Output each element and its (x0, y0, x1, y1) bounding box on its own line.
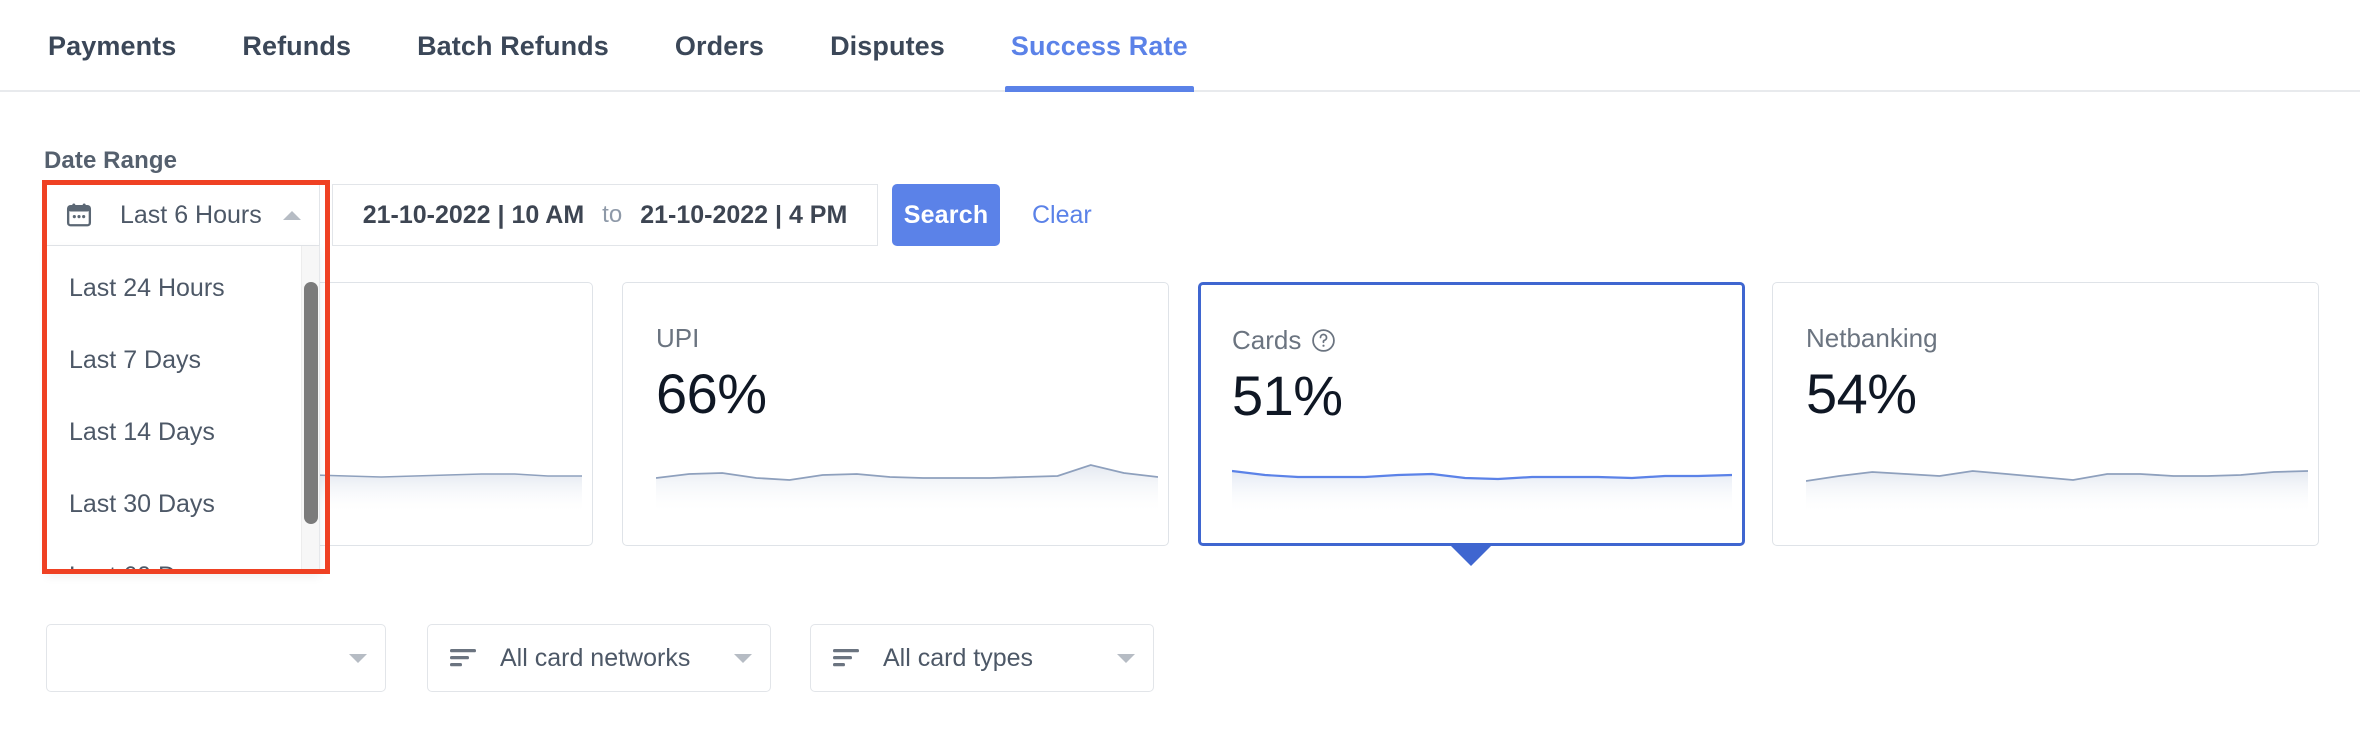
subfilter-select-occluded[interactable] (46, 624, 386, 692)
tab-batch-refunds[interactable]: Batch Refunds (384, 0, 642, 92)
tab-success-rate[interactable]: Success Rate (978, 0, 1221, 92)
date-range-input-group[interactable]: 21-10-2022 | 10 AM to 21-10-2022 | 4 PM (332, 184, 878, 246)
subfilter-row: All card networks All card types (0, 624, 2360, 714)
date-preset-option-label: Last 24 Hours (69, 273, 225, 302)
subfilter-card-networks-label: All card networks (500, 643, 691, 672)
chevron-down-icon (734, 653, 752, 663)
metric-card-upi-sparkline (656, 451, 1158, 511)
tab-refunds-label: Refunds (242, 30, 352, 61)
dropdown-scrollbar-thumb[interactable] (304, 282, 318, 524)
tab-success-rate-label: Success Rate (1010, 30, 1188, 61)
metric-card-cards-title: Cards (1232, 325, 1336, 356)
tab-payments[interactable]: Payments (42, 0, 209, 92)
metric-card-netbanking-value: 54% (1806, 362, 1917, 425)
date-preset-option-label: Last 7 Days (69, 345, 202, 374)
metric-card-cards-value: 51% (1232, 364, 1343, 427)
date-preset-option-label: Last 14 Days (69, 417, 215, 446)
tab-refunds[interactable]: Refunds (209, 0, 384, 92)
clear-button[interactable]: Clear (1024, 184, 1100, 246)
metric-card-netbanking-title: Netbanking (1806, 323, 1938, 354)
subfilter-card-types-label: All card types (883, 643, 1034, 672)
date-from-input[interactable]: 21-10-2022 | 10 AM (363, 201, 584, 230)
tab-orders[interactable]: Orders (642, 0, 797, 92)
tab-batch-refunds-label: Batch Refunds (417, 30, 609, 61)
date-preset-option-label: Last 30 Days (69, 489, 215, 518)
subfilter-select-card-types[interactable]: All card types (810, 624, 1154, 692)
date-preset-menu: Last 24 Hours Last 7 Days Last 14 Days L… (46, 246, 320, 574)
metric-card-netbanking-title-text: Netbanking (1806, 323, 1938, 353)
date-preset-trigger[interactable]: Last 6 Hours (46, 184, 320, 246)
tab-orders-label: Orders (674, 30, 765, 61)
metric-card-cards[interactable]: Cards 51% (1198, 282, 1745, 546)
date-preset-option-list: Last 24 Hours Last 7 Days Last 14 Days L… (47, 246, 303, 574)
filter-and-metrics-area: Date Range UPI 66% Cards 51% Netbanking … (0, 94, 2360, 742)
calendar-icon (65, 201, 93, 229)
date-preset-option-last-30-days[interactable]: Last 30 Days (47, 468, 303, 540)
date-preset-option-last-7-days[interactable]: Last 7 Days (47, 324, 303, 396)
subfilter-select-card-networks[interactable]: All card networks (427, 624, 771, 692)
metric-card-upi-title: UPI (656, 323, 699, 354)
metric-card-netbanking-sparkline (1806, 451, 2308, 511)
filter-lines-icon (450, 646, 480, 670)
date-preset-dropdown: Last 6 Hours Last 24 Hours Last 7 Days L… (42, 180, 330, 574)
chevron-down-icon (1117, 653, 1135, 663)
chevron-up-icon (283, 210, 301, 220)
date-range-label: Date Range (44, 147, 178, 174)
tab-payments-label: Payments (48, 30, 177, 61)
help-icon[interactable] (1311, 328, 1336, 353)
metric-card-upi[interactable]: UPI 66% (622, 282, 1169, 546)
chevron-down-icon (349, 653, 367, 663)
primary-tab-bar: Payments Refunds Batch Refunds Orders Di… (0, 0, 2360, 92)
date-preset-option-label: Last 60 Days (69, 562, 215, 574)
selected-card-pointer (1451, 546, 1491, 566)
dropdown-scrollbar-track[interactable] (301, 246, 319, 573)
success-rate-page: Payments Refunds Batch Refunds Orders Di… (0, 0, 2360, 742)
metric-card-cards-title-text: Cards (1232, 325, 1302, 355)
search-button[interactable]: Search (892, 184, 1000, 246)
metric-card-cards-sparkline (1232, 451, 1732, 511)
metric-card-upi-value: 66% (656, 362, 767, 425)
date-to-input[interactable]: 21-10-2022 | 4 PM (640, 201, 847, 230)
tab-list: Payments Refunds Batch Refunds Orders Di… (0, 0, 2360, 92)
date-preset-option-last-60-days[interactable]: Last 60 Days (47, 540, 303, 574)
date-preset-option-last-24-hours[interactable]: Last 24 Hours (47, 252, 303, 324)
date-preset-selected-value: Last 6 Hours (120, 200, 262, 229)
filter-lines-icon (833, 646, 863, 670)
tab-disputes[interactable]: Disputes (797, 0, 978, 92)
tab-disputes-label: Disputes (830, 30, 945, 61)
date-preset-option-last-14-days[interactable]: Last 14 Days (47, 396, 303, 468)
date-range-separator: to (602, 201, 623, 228)
metric-cards-row: UPI 66% Cards 51% Netbanking 54% (0, 282, 2360, 566)
metric-card-netbanking[interactable]: Netbanking 54% (1772, 282, 2319, 546)
metric-card-upi-title-text: UPI (656, 323, 700, 353)
